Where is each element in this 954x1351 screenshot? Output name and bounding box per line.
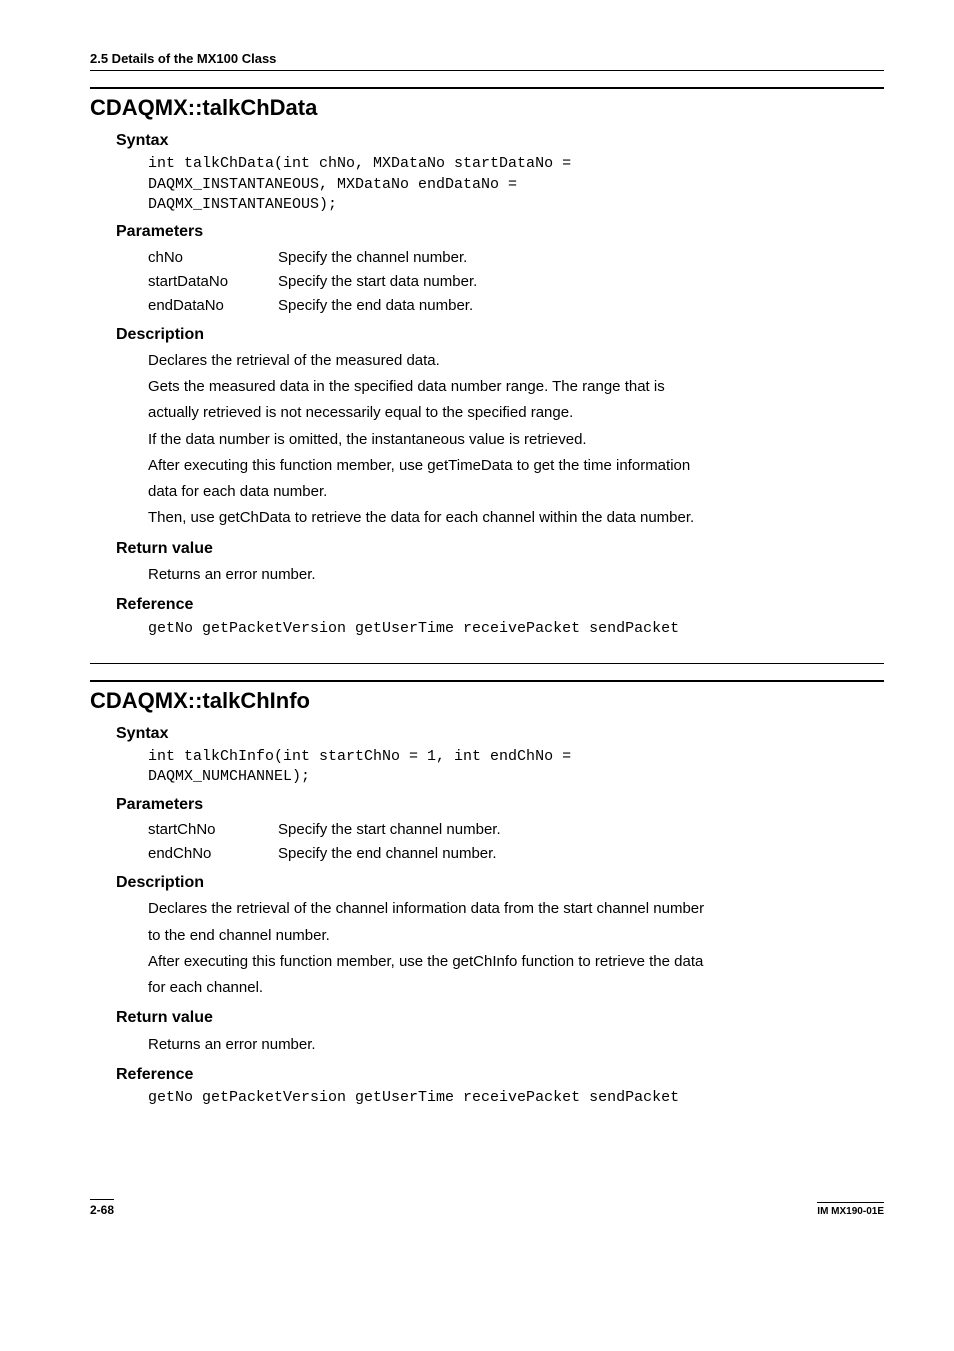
desc-line: for each channel.	[148, 975, 884, 1001]
desc-line: Gets the measured data in the specified …	[148, 374, 884, 400]
parameters-heading: Parameters	[116, 794, 884, 816]
param-row: startChNo Specify the start channel numb…	[148, 818, 884, 842]
return-value-text: Returns an error number.	[148, 1032, 884, 1058]
desc-line: actually retrieved is not necessarily eq…	[148, 400, 884, 426]
param-desc: Specify the channel number.	[278, 246, 467, 270]
param-name: startChNo	[148, 818, 278, 842]
function-title-2: CDAQMX::talkChInfo	[90, 680, 884, 717]
page-number: 2-68	[90, 1199, 114, 1219]
description-heading: Description	[116, 872, 884, 894]
param-desc: Specify the end channel number.	[278, 842, 496, 866]
param-row: startDataNo Specify the start data numbe…	[148, 270, 884, 294]
syntax-code: int talkChInfo(int startChNo = 1, int en…	[148, 747, 884, 788]
param-name: chNo	[148, 246, 278, 270]
reference-heading: Reference	[116, 594, 884, 616]
param-name: endDataNo	[148, 294, 278, 318]
return-value-heading: Return value	[116, 1007, 884, 1029]
desc-line: Then, use getChData to retrieve the data…	[148, 505, 884, 531]
param-row: chNo Specify the channel number.	[148, 246, 884, 270]
desc-line: After executing this function member, us…	[148, 453, 884, 479]
param-name: startDataNo	[148, 270, 278, 294]
description-heading: Description	[116, 324, 884, 346]
desc-line: to the end channel number.	[148, 923, 884, 949]
return-value-heading: Return value	[116, 538, 884, 560]
param-desc: Specify the start data number.	[278, 270, 477, 294]
syntax-code: int talkChData(int chNo, MXDataNo startD…	[148, 154, 884, 215]
description-text: Declares the retrieval of the measured d…	[148, 348, 884, 532]
description-text: Declares the retrieval of the channel in…	[148, 896, 884, 1001]
divider	[90, 663, 884, 664]
parameters-heading: Parameters	[116, 221, 884, 243]
document-id: IM MX190-01E	[817, 1202, 884, 1219]
param-row: endChNo Specify the end channel number.	[148, 842, 884, 866]
param-name: endChNo	[148, 842, 278, 866]
desc-line: Declares the retrieval of the channel in…	[148, 896, 884, 922]
reference-code: getNo getPacketVersion getUserTime recei…	[148, 619, 884, 639]
syntax-heading: Syntax	[116, 130, 884, 152]
return-value-text: Returns an error number.	[148, 562, 884, 588]
param-row: endDataNo Specify the end data number.	[148, 294, 884, 318]
desc-line: If the data number is omitted, the insta…	[148, 427, 884, 453]
param-desc: Specify the end data number.	[278, 294, 473, 318]
desc-line: data for each data number.	[148, 479, 884, 505]
syntax-heading: Syntax	[116, 723, 884, 745]
reference-heading: Reference	[116, 1064, 884, 1086]
reference-code: getNo getPacketVersion getUserTime recei…	[148, 1088, 884, 1108]
param-desc: Specify the start channel number.	[278, 818, 501, 842]
function-title-1: CDAQMX::talkChData	[90, 87, 884, 124]
desc-line: After executing this function member, us…	[148, 949, 884, 975]
section-header: 2.5 Details of the MX100 Class	[90, 50, 884, 71]
footer: 2-68 IM MX190-01E	[90, 1199, 884, 1219]
desc-line: Declares the retrieval of the measured d…	[148, 348, 884, 374]
